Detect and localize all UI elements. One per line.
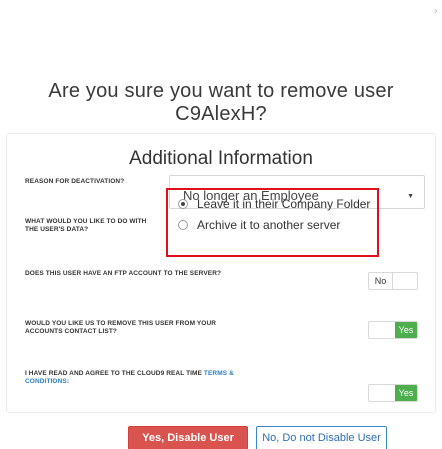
cancel-button[interactable]: No, Do not Disable User: [256, 426, 387, 449]
terms-label-text: I have read and agree to the Cloud9 Real…: [25, 370, 203, 377]
panel-title: Additional Information: [129, 148, 313, 169]
radio-unchecked-icon[interactable]: [178, 220, 188, 230]
ftp-label: Does this user have an FTP account to th…: [25, 270, 222, 277]
dialog-title: Are you sure you want to remove user C9A…: [48, 80, 394, 125]
ftp-toggle-value: No: [369, 273, 393, 289]
data-action-label: What would you like to do with the user'…: [25, 218, 147, 233]
terms-toggle[interactable]: Yes: [368, 384, 418, 402]
additional-information-panel: Additional Information Reason for deacti…: [6, 133, 436, 413]
contact-list-toggle-value: Yes: [395, 322, 417, 338]
chevron-down-icon: ▼: [407, 193, 414, 200]
ftp-toggle[interactable]: No: [368, 272, 418, 290]
contact-list-toggle[interactable]: Yes: [368, 321, 418, 339]
terms-label: I have read and agree to the Cloud9 Real…: [25, 370, 245, 385]
reason-label: Reason for deactivation?: [25, 178, 125, 185]
terms-toggle-value: Yes: [395, 385, 417, 401]
data-action-options: Leave it in their Company Folder Archive…: [166, 188, 379, 257]
contact-list-label: Would you like us to remove this user fr…: [25, 320, 217, 335]
radio-archive-to-server[interactable]: Archive it to another server: [178, 217, 340, 233]
radio-leave-in-folder[interactable]: Leave it in their Company Folder: [178, 196, 370, 212]
disable-user-button[interactable]: Yes, Disable User: [128, 426, 248, 449]
radio-label: Leave it in their Company Folder: [197, 197, 371, 211]
radio-checked-icon[interactable]: [178, 199, 188, 209]
close-icon[interactable]: ›: [434, 4, 438, 17]
radio-label: Archive it to another server: [197, 218, 341, 232]
terms-label-suffix: :: [66, 377, 70, 385]
